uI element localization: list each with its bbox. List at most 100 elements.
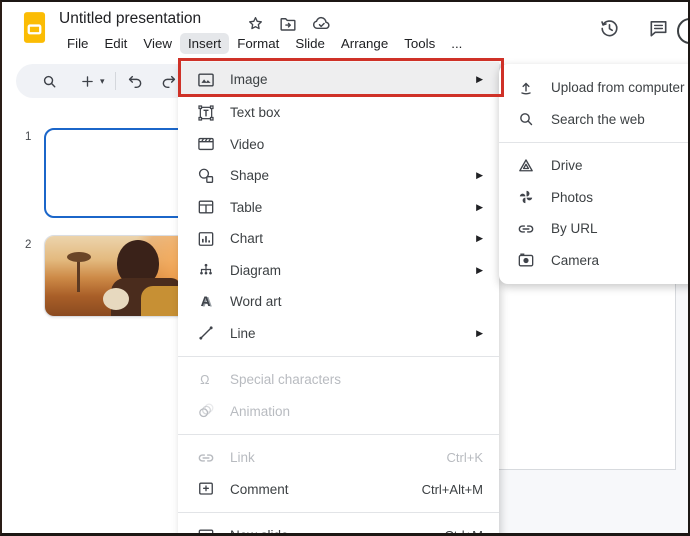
- comments-icon[interactable]: [647, 17, 670, 40]
- omega-icon: Ω: [196, 370, 216, 390]
- present-button-partial-icon[interactable]: [677, 18, 688, 44]
- table-icon: [196, 197, 216, 217]
- menu-insert[interactable]: Insert: [179, 33, 230, 54]
- menu-item-new-slide[interactable]: New slide Ctrl+M: [178, 520, 499, 536]
- menu-item-word-art[interactable]: A A Word art: [178, 286, 499, 318]
- menu-item-chart[interactable]: Chart ▶: [178, 223, 499, 255]
- menu-item-text-box[interactable]: Text box: [178, 97, 499, 129]
- submenu-divider: [499, 142, 688, 143]
- submenu-item-label: Photos: [551, 189, 594, 205]
- menu-item-label: Word art: [230, 294, 282, 310]
- upload-icon: [516, 78, 536, 98]
- slide-2-number: 2: [25, 239, 32, 251]
- submenu-item-label: Drive: [551, 158, 583, 174]
- slide-1-number: 1: [25, 131, 32, 143]
- star-icon[interactable]: [246, 14, 265, 33]
- menu-item-shape[interactable]: Shape ▶: [178, 160, 499, 192]
- search-icon[interactable]: [40, 72, 59, 91]
- menu-item-label: Line: [230, 325, 256, 341]
- word-art-icon: A A: [196, 292, 216, 312]
- menu-item-label: Shape: [230, 168, 270, 184]
- drive-icon: [516, 156, 536, 176]
- submenu-item-label: Camera: [551, 252, 600, 268]
- menu-item-link: Link Ctrl+K: [178, 442, 499, 474]
- document-title[interactable]: Untitled presentation: [59, 10, 201, 28]
- photos-icon: [516, 187, 536, 207]
- menu-item-comment[interactable]: Comment Ctrl+Alt+M: [178, 474, 499, 506]
- menu-format[interactable]: Format: [229, 33, 287, 54]
- version-history-icon[interactable]: [598, 17, 621, 40]
- svg-text:Ω: Ω: [200, 373, 209, 387]
- submenu-item-search-the-web[interactable]: Search the web: [499, 104, 688, 136]
- menu-item-label: Animation: [230, 403, 291, 419]
- submenu-item-label: By URL: [551, 221, 598, 237]
- toolbar-divider: [114, 72, 116, 90]
- text-box-icon: [196, 103, 216, 123]
- submenu-item-label: Upload from computer: [551, 80, 685, 96]
- menu-file[interactable]: File: [59, 33, 96, 54]
- link-icon: [196, 448, 216, 468]
- new-slide-plus-icon[interactable]: [79, 73, 96, 90]
- submenu-arrow-icon: ▶: [476, 264, 483, 275]
- menu-edit[interactable]: Edit: [96, 33, 135, 54]
- menu-divider: [178, 512, 499, 513]
- video-icon: [196, 134, 216, 154]
- menu-item-diagram[interactable]: Diagram ▶: [178, 255, 499, 287]
- submenu-arrow-icon: ▶: [476, 233, 483, 244]
- menu-divider: [178, 356, 499, 357]
- google-slides-window: Untitled presentation File Edit View Ins…: [0, 0, 690, 536]
- animation-icon: [196, 401, 216, 421]
- menu-item-label: Text box: [230, 105, 281, 121]
- menu-item-label: Video: [230, 136, 265, 152]
- submenu-item-label: Search the web: [551, 111, 645, 127]
- submenu-item-upload-from-computer[interactable]: Upload from computer: [499, 72, 688, 104]
- menu-item-label: Table: [230, 199, 263, 215]
- shortcut-label: Ctrl+K: [446, 450, 483, 466]
- menu-tools[interactable]: Tools: [396, 33, 443, 54]
- menu-item-animation: Animation: [178, 396, 499, 428]
- submenu-arrow-icon: ▶: [476, 327, 483, 338]
- menu-view[interactable]: View: [135, 33, 180, 54]
- camera-icon: [516, 250, 536, 270]
- submenu-item-camera[interactable]: Camera: [499, 245, 688, 277]
- submenu-item-by-url[interactable]: By URL: [499, 213, 688, 245]
- submenu-item-photos[interactable]: Photos: [499, 182, 688, 214]
- menu-item-label: Diagram: [230, 262, 282, 278]
- cloud-saved-icon[interactable]: [311, 13, 332, 34]
- menu-item-label: New slide: [230, 528, 289, 536]
- menu-item-label: Link: [230, 450, 255, 466]
- new-slide-icon: [196, 526, 216, 533]
- menu-more[interactable]: ...: [443, 33, 470, 54]
- shortcut-label: Ctrl+Alt+M: [421, 481, 483, 497]
- svg-text:A: A: [201, 294, 211, 309]
- menu-bar: File Edit View Insert Format Slide Arran…: [59, 33, 470, 54]
- line-icon: [196, 323, 216, 343]
- submenu-item-drive[interactable]: Drive: [499, 150, 688, 182]
- dropdown-caret-icon[interactable]: ▾: [100, 76, 105, 87]
- submenu-arrow-icon: ▶: [476, 170, 483, 181]
- image-icon: [196, 70, 216, 90]
- menu-item-line[interactable]: Line ▶: [178, 318, 499, 350]
- menu-item-table[interactable]: Table ▶: [178, 192, 499, 224]
- image-submenu: Upload from computer Search the web Driv…: [499, 64, 688, 284]
- undo-icon[interactable]: [126, 72, 145, 91]
- slides-logo-icon[interactable]: [23, 11, 46, 44]
- menu-slide[interactable]: Slide: [287, 33, 333, 54]
- menu-arrange[interactable]: Arrange: [333, 33, 396, 54]
- menu-item-image[interactable]: Image ▶: [178, 62, 499, 97]
- menu-item-label: Comment: [230, 481, 289, 497]
- menu-item-special-characters: Ω Special characters: [178, 364, 499, 396]
- menu-item-label: Image: [230, 72, 268, 87]
- chart-icon: [196, 229, 216, 249]
- comment-icon: [196, 479, 216, 499]
- menu-divider: [178, 434, 499, 435]
- menu-item-video[interactable]: Video: [178, 129, 499, 161]
- by-url-icon: [516, 219, 536, 239]
- menu-item-label: Chart: [230, 231, 264, 247]
- shape-icon: [196, 166, 216, 186]
- shortcut-label: Ctrl+M: [444, 528, 483, 536]
- redo-icon[interactable]: [159, 72, 178, 91]
- move-folder-icon[interactable]: [278, 14, 298, 34]
- submenu-arrow-icon: ▶: [476, 201, 483, 212]
- diagram-icon: [196, 260, 216, 280]
